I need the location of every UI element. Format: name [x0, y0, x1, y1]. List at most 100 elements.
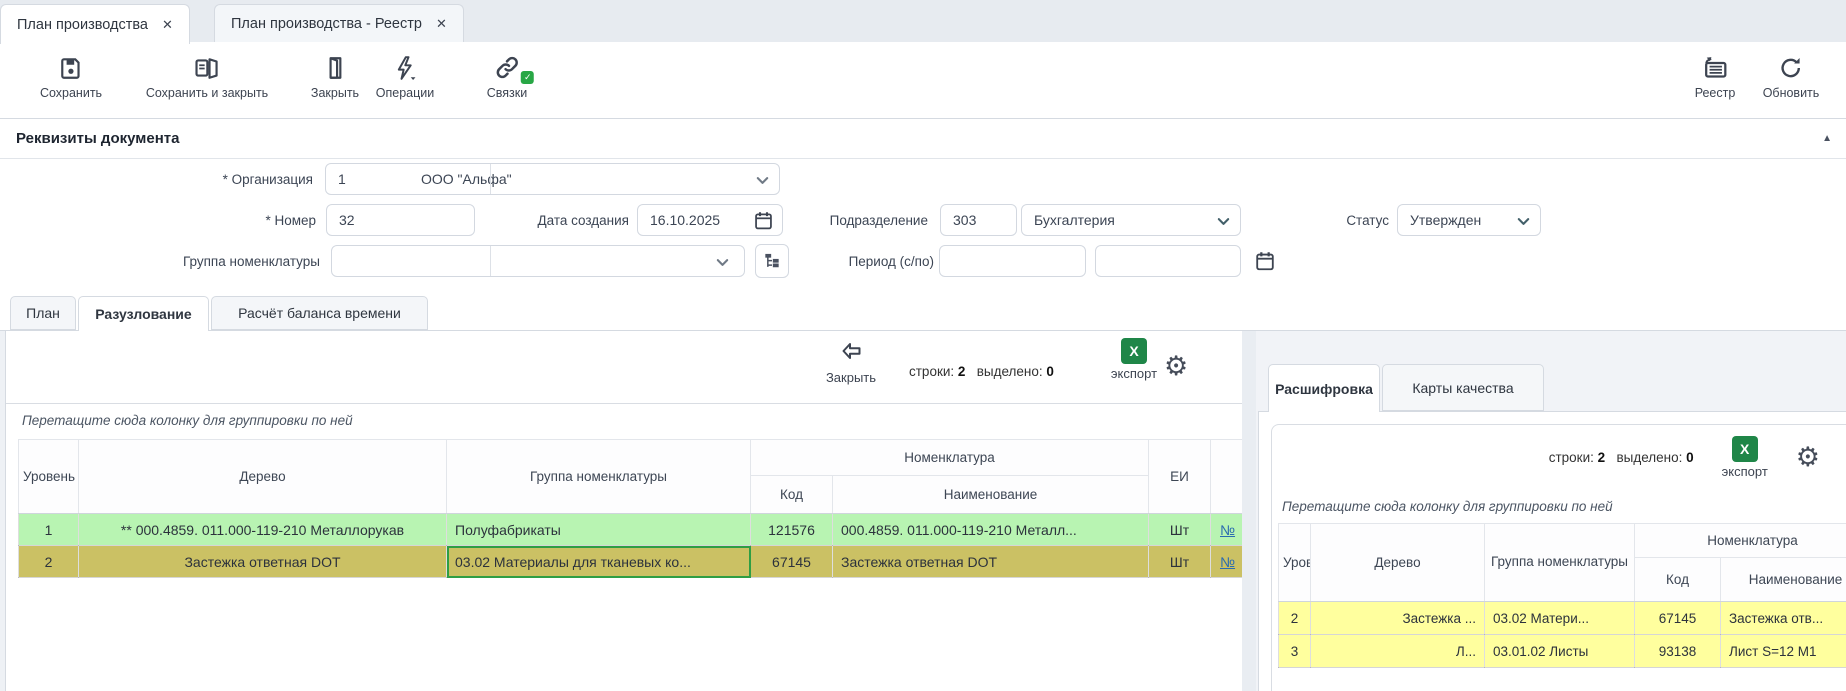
operations-button[interactable]: Операции: [376, 51, 434, 100]
tab-razuzlovanie[interactable]: Разузлование: [78, 296, 209, 331]
window-tab-production-plan-registry[interactable]: План производства - Реестр ✕: [214, 4, 464, 43]
number-link[interactable]: №: [1220, 554, 1235, 570]
cell-name[interactable]: Застежка отв...: [1721, 602, 1846, 635]
registry-button-label: Реестр: [1695, 86, 1736, 100]
column-nomenclature-group[interactable]: Группа номенклатуры: [447, 440, 751, 514]
column-group-nomenclature[interactable]: Номенклатура: [1635, 524, 1846, 558]
close-document-button-label: Закрыть: [311, 86, 359, 100]
organization-select[interactable]: 1 ООО "Альфа": [325, 163, 780, 195]
table-row-selected[interactable]: 2 Застежка ответная DOT 03.02 Материалы …: [19, 546, 1245, 578]
operations-button-label: Операции: [376, 86, 434, 100]
selected-count-label: выделено:: [1616, 450, 1682, 465]
column-level[interactable]: Уровень: [19, 440, 79, 514]
table-row[interactable]: 3 Л... 03.01.02 Листы 93138 Лист S=12 М1: [1279, 635, 1846, 668]
cell-unit[interactable]: Шт: [1149, 514, 1211, 546]
status-select[interactable]: Утвержден: [1397, 204, 1541, 236]
links-button[interactable]: ✓ Связки: [487, 51, 527, 100]
app-window: План производства ✕ План производства - …: [0, 0, 1846, 691]
close-icon[interactable]: ✕: [162, 17, 173, 33]
column-code[interactable]: Код: [1635, 558, 1721, 602]
cell-code[interactable]: 67145: [1635, 602, 1721, 635]
cell-unit[interactable]: Шт: [1149, 546, 1211, 578]
cell-level[interactable]: 2: [19, 546, 79, 578]
column-level[interactable]: Уровень: [1279, 524, 1311, 602]
export-excel-button[interactable]: X экспорт: [1094, 338, 1174, 381]
registry-button[interactable]: Реестр: [1695, 51, 1736, 100]
collapse-section-icon[interactable]: ▲: [1822, 133, 1832, 144]
period-from-input[interactable]: [939, 245, 1086, 277]
tab-quality-cards[interactable]: Карты качества: [1382, 364, 1544, 411]
cell-code[interactable]: 93138: [1635, 635, 1721, 668]
content-top-border: [0, 330, 1846, 331]
nomenclature-group-select[interactable]: [331, 245, 745, 277]
cell-level[interactable]: 2: [1279, 602, 1311, 635]
tab-plan[interactable]: План: [10, 296, 76, 330]
save-and-close-icon: [146, 51, 268, 81]
window-tab-production-plan[interactable]: План производства ✕: [0, 4, 190, 44]
cell-tree[interactable]: Застежка ответная DOT: [79, 546, 447, 578]
cell-tree[interactable]: ** 000.4859. 011.000-119-210 Металлорука…: [79, 514, 447, 546]
cell-code[interactable]: 121576: [751, 514, 833, 546]
tab-rasshifrovka[interactable]: Расшифровка: [1268, 364, 1380, 412]
check-badge-icon: ✓: [521, 71, 534, 84]
close-icon[interactable]: ✕: [436, 16, 447, 32]
refresh-icon: [1763, 51, 1820, 81]
organization-label: * Организация: [60, 163, 313, 195]
organization-name-value: ООО "Альфа": [409, 171, 512, 187]
cell-nomenclature-group[interactable]: 03.02 Матери...: [1485, 602, 1635, 635]
tab-time-balance[interactable]: Расчёт баланса времени: [211, 296, 428, 330]
cell-nomenclature-group[interactable]: Полуфабрикаты: [447, 514, 751, 546]
organization-code-value: 1: [326, 171, 408, 187]
chevron-down-icon: [1516, 214, 1531, 229]
grid-close-label: Закрыть: [806, 370, 896, 385]
column-tree[interactable]: Дерево: [79, 440, 447, 514]
department-name-value: Бухгалтерия: [1034, 212, 1115, 228]
export-excel-button[interactable]: X экспорт: [1722, 436, 1768, 479]
save-and-close-button[interactable]: Сохранить и закрыть: [146, 51, 268, 100]
save-button-label: Сохранить: [40, 86, 102, 100]
department-code-input[interactable]: 303: [940, 204, 1017, 236]
gear-icon[interactable]: ⚙: [1164, 353, 1188, 380]
column-name[interactable]: Наименование: [833, 476, 1149, 514]
registry-icon: [1695, 51, 1736, 81]
period-to-input[interactable]: [1095, 245, 1241, 277]
department-select[interactable]: Бухгалтерия: [1021, 204, 1241, 236]
cell-name[interactable]: 000.4859. 011.000-119-210 Металл...: [833, 514, 1149, 546]
column-code[interactable]: Код: [751, 476, 833, 514]
refresh-button-label: Обновить: [1763, 86, 1820, 100]
tab-quality-cards-label: Карты качества: [1412, 380, 1513, 396]
created-date-value: 16.10.2025: [650, 212, 720, 228]
column-unit[interactable]: ЕИ: [1149, 440, 1211, 514]
rows-count-label: строки:: [1549, 450, 1594, 465]
cell-level[interactable]: 1: [19, 514, 79, 546]
main-toolbar: Сохранить Сохранить и закрыть Закрыть Оп…: [0, 42, 1846, 118]
cell-level[interactable]: 3: [1279, 635, 1311, 668]
column-group-nomenclature[interactable]: Номенклатура: [751, 440, 1149, 476]
number-link[interactable]: №: [1220, 522, 1235, 538]
gear-icon[interactable]: ⚙: [1796, 444, 1820, 471]
cell-name[interactable]: Лист S=12 М1: [1721, 635, 1846, 668]
column-nomenclature-group[interactable]: Группа номенклатуры: [1485, 524, 1635, 602]
close-document-button[interactable]: Закрыть: [311, 51, 359, 100]
column-name[interactable]: Наименование: [1721, 558, 1846, 602]
cell-tree[interactable]: Л...: [1311, 635, 1485, 668]
cell-name[interactable]: Застежка ответная DOT: [833, 546, 1149, 578]
grid-close-button[interactable]: Закрыть: [806, 339, 896, 385]
calendar-icon[interactable]: [1254, 250, 1276, 272]
panel-splitter[interactable]: [1242, 331, 1256, 691]
table-row[interactable]: 1 ** 000.4859. 011.000-119-210 Металлору…: [19, 514, 1245, 546]
table-row[interactable]: 2 Застежка ... 03.02 Матери... 67145 Зас…: [1279, 602, 1846, 635]
cell-tree[interactable]: Застежка ...: [1311, 602, 1485, 635]
rows-count-value: 2: [1598, 450, 1606, 465]
save-button[interactable]: Сохранить: [40, 51, 102, 100]
nomenclature-group-label: Группа номенклатуры: [60, 245, 320, 277]
selected-count-value: 0: [1686, 450, 1694, 465]
number-label: * Номер: [60, 204, 316, 236]
cell-nomenclature-group-focused[interactable]: 03.02 Материалы для тканевых ко...: [447, 546, 751, 578]
tab-time-balance-label: Расчёт баланса времени: [238, 305, 401, 321]
cell-nomenclature-group[interactable]: 03.01.02 Листы: [1485, 635, 1635, 668]
column-tree[interactable]: Дерево: [1311, 524, 1485, 602]
selected-count-label: выделено:: [977, 364, 1043, 379]
cell-code[interactable]: 67145: [751, 546, 833, 578]
refresh-button[interactable]: Обновить: [1763, 51, 1820, 100]
